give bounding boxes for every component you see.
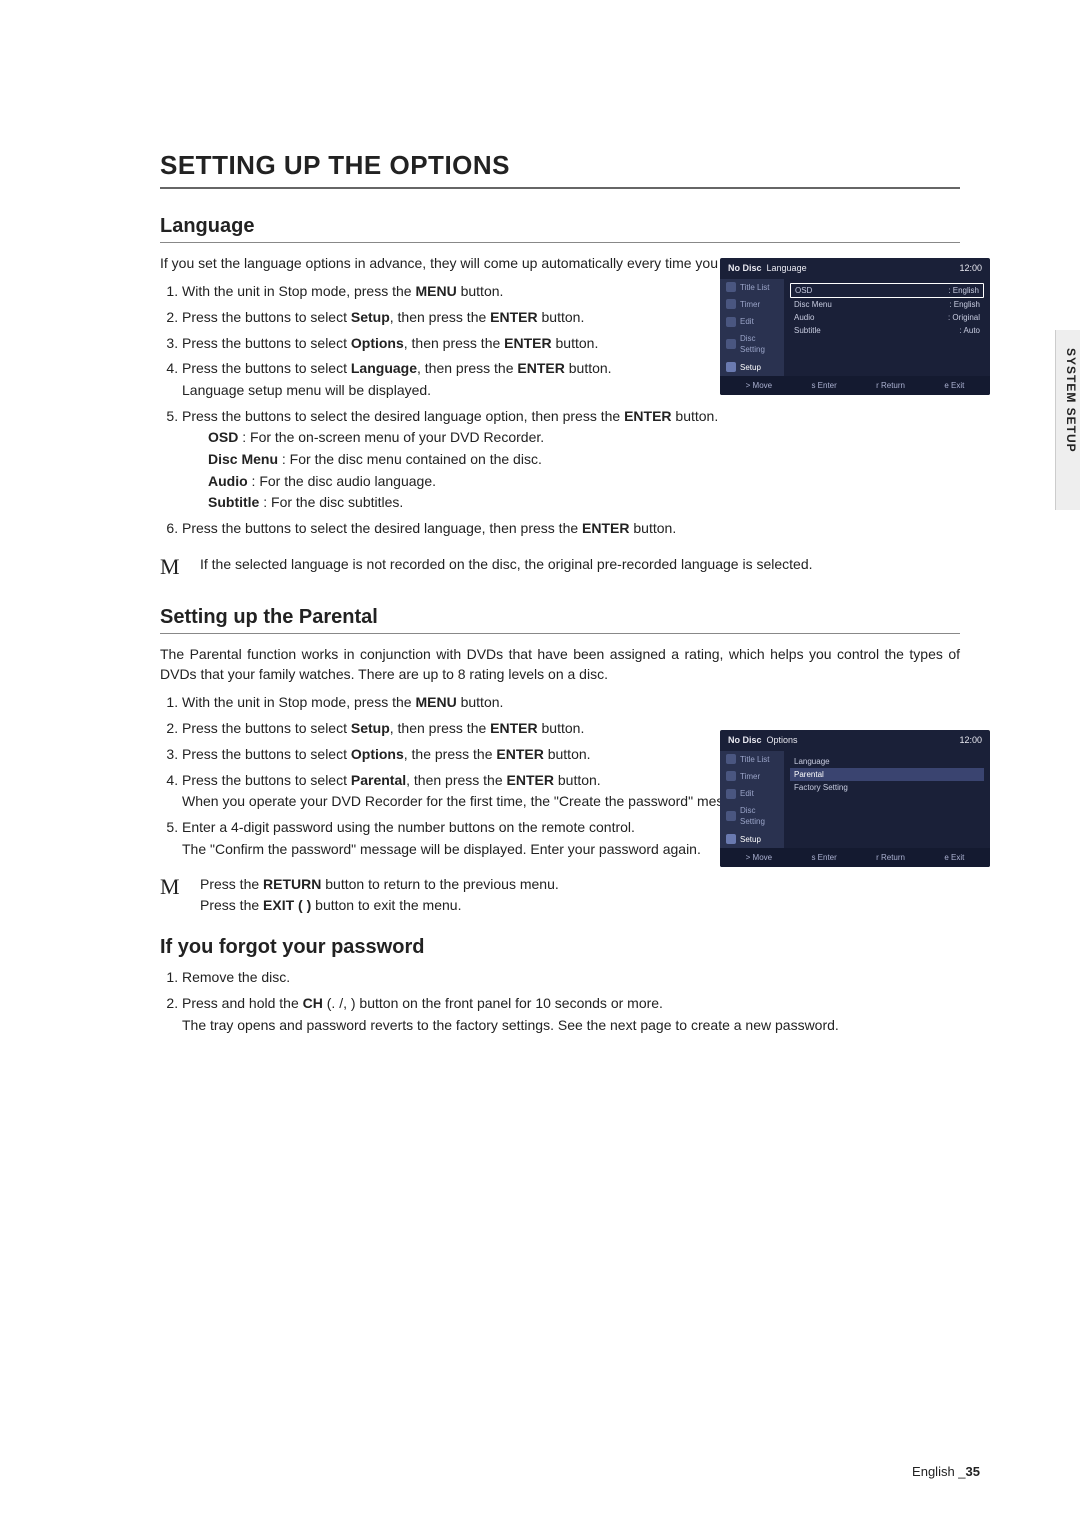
osd-side-nav: Title List Timer Edit Disc Setting Setup: [720, 279, 784, 376]
setup-icon: [726, 834, 736, 844]
page-footer: English _35: [912, 1464, 980, 1479]
note-icon: M: [160, 874, 200, 900]
heading-language: Language: [160, 215, 960, 243]
osd-screenshot-language: No Disc Language 12:00 Title List Timer …: [720, 258, 990, 395]
edit-icon: [726, 789, 736, 799]
language-note: M If the selected language is not record…: [160, 554, 960, 580]
note-icon: M: [160, 554, 200, 580]
disc-setting-icon: [726, 339, 736, 349]
osd-main-list: OSD: English Disc Menu: English Audio: O…: [784, 279, 990, 376]
timer-icon: [726, 299, 736, 309]
osd-main-list: Language Parental Factory Setting: [784, 751, 990, 848]
disc-setting-icon: [726, 811, 736, 821]
osd-screenshot-options: No Disc Options 12:00 Title List Timer E…: [720, 730, 990, 867]
timer-icon: [726, 771, 736, 781]
title-list-icon: [726, 754, 736, 764]
edit-icon: [726, 317, 736, 327]
title-list-icon: [726, 282, 736, 292]
side-tab-label: SYSTEM SETUP: [1064, 348, 1078, 453]
osd-side-nav: Title List Timer Edit Disc Setting Setup: [720, 751, 784, 848]
parental-note: M Press the RETURN button to return to t…: [160, 874, 960, 916]
page-title: SETTING UP THE OPTIONS: [160, 150, 960, 189]
forgot-steps: Remove the disc. Press and hold the CH (…: [160, 967, 960, 1036]
setup-icon: [726, 362, 736, 372]
heading-forgot: If you forgot your password: [160, 936, 960, 959]
heading-parental: Setting up the Parental: [160, 606, 960, 634]
parental-intro: The Parental function works in conjuncti…: [160, 644, 960, 685]
